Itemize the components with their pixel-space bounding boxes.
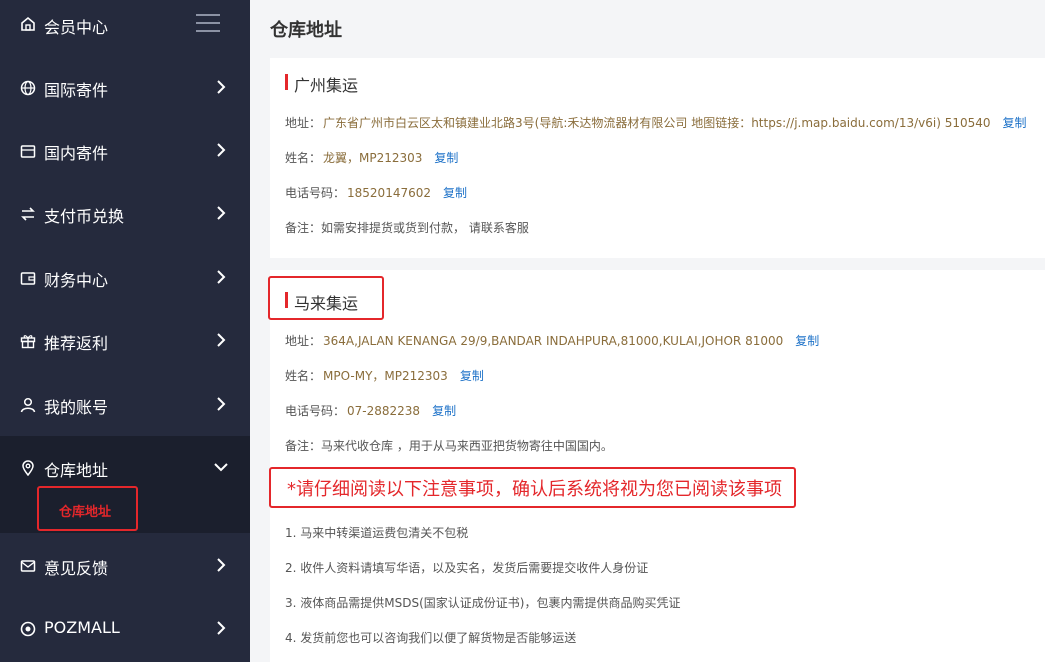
sidebar-item-finance[interactable]: 财务中心 [0,247,250,310]
chevron-right-icon [217,333,226,347]
sidebar-header: 会员中心 [0,0,250,50]
main-content: 仓库地址 广州集运 地址： 广东省广州市白云区太和镇建业北路3号(导航:禾达物流器… [250,0,1045,662]
phone-row: 电话号码： 07-2882238 复制 [285,402,456,419]
address-label: 地址： [285,334,322,348]
sidebar-item-label: 国内寄件 [44,144,109,163]
notice-item: 3. 液体商品需提供MSDS(国家认证成份证书)，包裹内需提供商品购买凭证 [285,596,681,610]
notice-item: 1. 马来中转渠道运费包清关不包税 [285,526,469,540]
warehouse-card-malaysia: 马来集运 地址： 364A,JALAN KENANGA 29/9,BANDAR I… [268,270,1045,662]
chevron-right-icon [217,397,226,411]
note-row: 备注：马来代收仓库 ，用于从马来西亚把货物寄往中国国内。 [285,437,613,454]
sidebar-item-feedback[interactable]: 意见反馈 [0,535,250,598]
sidebar-item-label: 国际寄件 [44,81,109,100]
sidebar-item-label: 意见反馈 [44,559,109,578]
sidebar-item-international[interactable]: 国际寄件 [0,57,250,120]
pozmall-icon [20,621,36,637]
phone-label: 电话号码： [285,404,346,418]
sidebar-item-label: 支付币兑换 [44,207,125,226]
gift-icon [20,335,36,349]
mail-icon [20,560,36,572]
name-row: 姓名： MPO-MY，MP212303 复制 [285,367,484,384]
section-heading-text: 广州集运 [294,76,359,95]
chevron-right-icon [217,80,226,94]
heading-accent-bar [285,74,288,90]
phone-value: 07-2882238 [347,404,421,418]
location-pin-icon [22,460,34,476]
warehouse-card-guangzhou: 广州集运 地址： 广东省广州市白云区太和镇建业北路3号(导航:禾达物流器材有限公司… [270,58,1045,258]
sidebar-item-domestic[interactable]: 国内寄件 [0,120,250,183]
name-label: 姓名： [285,151,322,165]
sidebar-item-account[interactable]: 我的账号 [0,374,250,437]
section-heading-text: 马来集运 [294,294,359,313]
sidebar-item-label: 我的账号 [44,398,109,417]
name-label: 姓名： [285,369,322,383]
sidebar-subitem-warehouse-address[interactable]: 仓库地址 [37,486,138,531]
wallet-icon [20,272,36,285]
chevron-down-icon [214,463,228,472]
page-title: 仓库地址 [270,20,342,41]
sidebar-item-label: 财务中心 [44,271,109,290]
chevron-right-icon [217,558,226,572]
address-row: 地址： 364A,JALAN KENANGA 29/9,BANDAR INDAHP… [285,332,819,349]
note-text: 备注：马来代收仓库 ，用于从马来西亚把货物寄往中国国内。 [285,439,613,453]
copy-phone-link[interactable]: 复制 [443,186,467,200]
copy-address-link[interactable]: 复制 [1003,116,1027,130]
copy-address-link[interactable]: 复制 [795,334,819,348]
sidebar-item-pozmall[interactable]: POZMALL [0,598,250,661]
phone-row: 电话号码： 18520147602 复制 [285,184,467,201]
name-value: MPO-MY，MP212303 [323,369,448,383]
sidebar-item-referral[interactable]: 推荐返利 [0,310,250,373]
sidebar-subitem-label: 仓库地址 [59,505,112,520]
address-value: 364A,JALAN KENANGA 29/9,BANDAR INDAHPURA… [323,334,784,348]
note-row: 备注：如需安排提货或货到付款， 请联系客服 [285,219,529,236]
address-value: 广东省广州市白云区太和镇建业北路3号(导航:禾达物流器材有限公司 地图链接：ht… [323,116,991,130]
name-row: 姓名： 龙翼，MP212303 复制 [285,149,458,166]
copy-name-link[interactable]: 复制 [434,151,458,165]
heading-accent-bar [285,292,288,308]
sidebar-item-exchange[interactable]: 支付币兑换 [0,183,250,246]
chevron-right-icon [217,206,226,220]
menu-toggle-icon[interactable] [196,14,220,32]
name-value: 龙翼，MP212303 [323,151,423,165]
home-icon [21,16,35,31]
phone-value: 18520147602 [347,186,431,200]
address-label: 地址： [285,116,322,130]
sidebar-item-label: 仓库地址 [44,461,109,480]
notice-item: 4. 发货前您也可以咨询我们以便了解货物是否能够运送 [285,631,577,645]
chevron-right-icon [217,143,226,157]
chevron-right-icon [217,270,226,284]
phone-label: 电话号码： [285,186,346,200]
note-text: 备注：如需安排提货或货到付款， 请联系客服 [285,221,529,235]
package-icon [20,145,36,158]
exchange-icon [21,207,35,221]
sidebar-title: 会员中心 [44,18,109,37]
user-icon [20,397,36,413]
globe-icon [20,80,36,96]
sidebar: 会员中心 国际寄件 国内寄件 支付币兑换 财务中心 推荐返利 我的账号 仓库地址… [0,0,250,662]
sidebar-item-label: POZMALL [44,618,120,637]
address-row: 地址： 广东省广州市白云区太和镇建业北路3号(导航:禾达物流器材有限公司 地图链接… [285,114,1027,131]
warning-box: *请仔细阅读以下注意事项，确认后系统将视为您已阅读该事项 [269,467,796,508]
copy-name-link[interactable]: 复制 [460,369,484,383]
notice-item: 2. 收件人资料请填写华语，以及实名，发货后需要提交收件人身份证 [285,561,649,575]
copy-phone-link[interactable]: 复制 [432,404,456,418]
warning-text: *请仔细阅读以下注意事项，确认后系统将视为您已阅读该事项 [287,479,782,500]
sidebar-item-label: 推荐返利 [44,334,109,353]
chevron-right-icon [217,621,226,635]
